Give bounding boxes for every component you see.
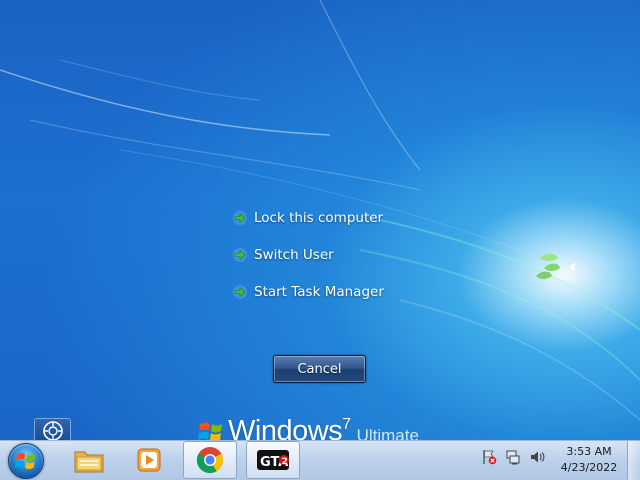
taskbar-chrome-button[interactable] xyxy=(183,441,237,479)
windows-start-orb-icon xyxy=(15,452,36,470)
switch-user-label: Switch User xyxy=(254,247,334,263)
taskbar-clock[interactable]: 3:53 AM 4/23/2022 xyxy=(556,444,622,476)
start-task-manager-option[interactable]: Start Task Manager xyxy=(232,280,492,304)
switch-user-option[interactable]: Switch User xyxy=(232,243,492,267)
gta2-icon: GTA 2 xyxy=(257,450,289,470)
flag-error-icon xyxy=(483,450,497,465)
ease-of-access-icon xyxy=(42,421,63,441)
green-arrow-icon xyxy=(233,248,247,262)
volume-tray-button[interactable] xyxy=(528,448,546,466)
action-center-tray-button[interactable] xyxy=(480,448,498,466)
clock-time: 3:53 AM xyxy=(566,445,612,458)
taskbar-media-player-button[interactable] xyxy=(122,441,176,479)
start-task-manager-label: Start Task Manager xyxy=(254,284,384,300)
lock-computer-label: Lock this computer xyxy=(254,210,384,226)
start-button[interactable] xyxy=(8,443,44,479)
leaf-sprig-icon xyxy=(536,253,578,279)
clock-date: 4/23/2022 xyxy=(560,461,618,474)
security-options-menu: Lock this computer Switch User Start Tas… xyxy=(232,206,492,317)
cancel-button[interactable]: Cancel xyxy=(273,355,366,383)
green-arrow-icon xyxy=(233,285,247,299)
system-tray xyxy=(480,448,552,466)
taskbar-gta2-button[interactable]: GTA 2 xyxy=(246,441,300,479)
folder-icon xyxy=(74,451,104,473)
show-desktop-button[interactable] xyxy=(627,441,640,480)
svg-text:2: 2 xyxy=(282,457,288,467)
speaker-icon xyxy=(531,451,545,463)
green-arrow-icon xyxy=(233,211,247,225)
lock-computer-option[interactable]: Lock this computer xyxy=(232,206,492,230)
media-player-icon xyxy=(137,448,161,472)
chrome-icon xyxy=(196,447,224,474)
taskbar-file-explorer-button[interactable] xyxy=(62,441,116,479)
network-tray-button[interactable] xyxy=(504,448,522,466)
network-icon xyxy=(506,450,520,465)
